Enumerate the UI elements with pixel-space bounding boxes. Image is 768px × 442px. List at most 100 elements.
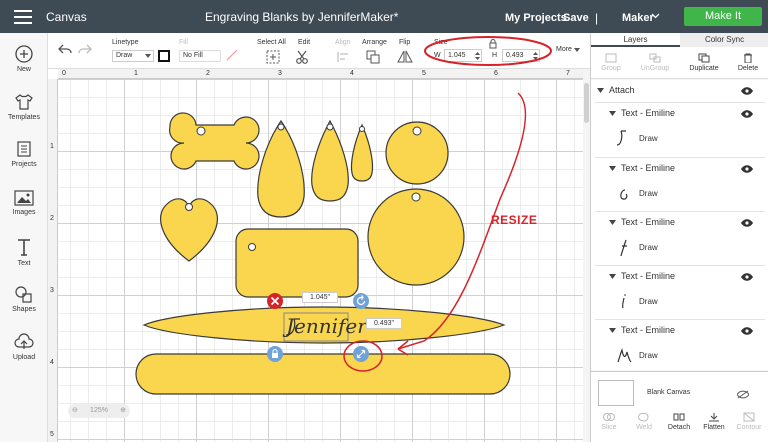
- layer-name: Text - Emiline: [621, 271, 676, 281]
- sidebar-label-shapes: Shapes: [12, 306, 36, 313]
- contour-icon: [743, 412, 755, 422]
- collapse-icon[interactable]: [597, 88, 604, 93]
- height-badge: 0.493": [366, 318, 402, 329]
- my-projects-link[interactable]: My Projects: [505, 12, 567, 24]
- teardrop-large-blank: [257, 119, 305, 218]
- select-all-icon[interactable]: [266, 50, 280, 64]
- edit-label: Edit: [298, 39, 311, 46]
- align-icon: [337, 52, 348, 62]
- fill-value: No Fill: [183, 52, 203, 59]
- blank-canvas-swatch[interactable]: [598, 380, 634, 406]
- layer-thumbnail-icon: [621, 294, 626, 309]
- linetype-color-swatch[interactable]: [158, 50, 170, 62]
- collapse-icon[interactable]: [609, 328, 616, 333]
- plus-circle-icon: [15, 45, 33, 63]
- projects-icon: [17, 141, 31, 157]
- collapse-icon[interactable]: [609, 166, 616, 171]
- make-it-button[interactable]: Make It: [684, 7, 762, 26]
- layer-item[interactable]: Text - Emiline Draw: [591, 212, 768, 265]
- weld-icon: [638, 413, 649, 422]
- eye-icon[interactable]: [741, 165, 753, 173]
- linetype-select[interactable]: Draw: [112, 50, 154, 62]
- no-fill-swatch-icon: [226, 49, 238, 61]
- layer-thumbnail-icon: [617, 348, 632, 363]
- flatten-button[interactable]: Flatten: [696, 412, 732, 431]
- top-bar: Canvas Engraving Blanks by JenniferMaker…: [0, 0, 768, 33]
- flip-label: Flip: [399, 39, 411, 46]
- sidebar-item-text[interactable]: Text: [0, 237, 48, 267]
- zoom-in-button[interactable]: ⊕: [120, 404, 126, 418]
- collapse-icon[interactable]: [609, 220, 616, 225]
- layer-type: Draw: [639, 243, 658, 252]
- redo-icon[interactable]: [78, 43, 92, 55]
- eye-icon[interactable]: [741, 273, 753, 281]
- text-icon: [18, 239, 30, 256]
- left-sidebar: New Templates Projects Images Text Shape…: [0, 33, 48, 442]
- arrange-label: Arrange: [362, 39, 387, 46]
- eye-icon[interactable]: [741, 87, 753, 95]
- group-icon: [605, 53, 617, 63]
- header-separator: |: [595, 11, 599, 25]
- flip-icon[interactable]: [396, 50, 414, 64]
- group-label: Group: [601, 65, 621, 72]
- weld-button[interactable]: Weld: [626, 412, 662, 431]
- scrollbar-thumb[interactable]: [584, 83, 589, 123]
- arrange-icon[interactable]: [366, 50, 382, 64]
- group-button[interactable]: Group: [593, 53, 629, 72]
- zoom-out-button[interactable]: ⊖: [72, 404, 78, 418]
- lock-handle-icon[interactable]: [266, 345, 284, 363]
- sidebar-item-shapes[interactable]: Shapes: [0, 285, 48, 313]
- eye-hidden-icon[interactable]: [737, 390, 749, 399]
- layer-item[interactable]: Text - Emiline Draw: [591, 158, 768, 211]
- sidebar-item-new[interactable]: New: [0, 45, 48, 73]
- rotate-handle-icon[interactable]: [352, 292, 370, 310]
- bone-blank: [169, 112, 260, 170]
- collapse-icon[interactable]: [609, 111, 616, 116]
- sidebar-item-projects[interactable]: Projects: [0, 140, 48, 168]
- more-button[interactable]: More: [556, 46, 572, 53]
- layer-tools: Group UnGroup Duplicate Delete: [591, 47, 768, 79]
- zoom-control[interactable]: ⊖ 125% ⊕: [68, 404, 130, 418]
- layer-type: Draw: [639, 134, 658, 143]
- image-icon: [14, 190, 34, 206]
- sidebar-item-templates[interactable]: Templates: [0, 93, 48, 121]
- collapse-icon[interactable]: [609, 274, 616, 279]
- machine-select[interactable]: Maker: [622, 12, 654, 24]
- eye-icon[interactable]: [741, 110, 753, 118]
- delete-handle-icon[interactable]: [266, 292, 284, 310]
- layers-panel: Layers Color Sync Group UnGroup Duplicat…: [590, 33, 768, 442]
- layer-name: Text - Emiline: [621, 217, 676, 227]
- zoom-level: 125%: [90, 407, 108, 414]
- layer-item[interactable]: Text - Emiline Draw: [591, 103, 768, 156]
- detach-button[interactable]: Detach: [661, 412, 697, 431]
- chevron-down-icon: [574, 48, 580, 52]
- delete-button[interactable]: Delete: [730, 53, 766, 72]
- save-button[interactable]: Save: [563, 12, 589, 24]
- resize-handle-icon[interactable]: [352, 345, 370, 363]
- menu-icon[interactable]: [14, 10, 32, 24]
- sidebar-label-templates: Templates: [8, 114, 40, 121]
- layer-item[interactable]: Text - Emiline Draw: [591, 320, 768, 370]
- layer-type: Draw: [639, 297, 658, 306]
- ungroup-button[interactable]: UnGroup: [637, 53, 673, 72]
- eye-icon[interactable]: [741, 327, 753, 335]
- selected-text: Jennifer: [282, 314, 368, 338]
- slice-button[interactable]: Slice: [591, 412, 627, 431]
- scissors-icon[interactable]: [295, 50, 309, 64]
- shirt-icon: [15, 94, 33, 110]
- contour-button[interactable]: Contour: [731, 412, 767, 431]
- tab-color-sync[interactable]: Color Sync: [680, 33, 768, 47]
- edit-toolbar: Linetype Draw Fill No Fill Select All Ed…: [48, 33, 590, 69]
- fill-select[interactable]: No Fill: [179, 50, 221, 62]
- design-canvas[interactable]: 0 1 2 3 4 5 6 7 1 2 3 4 5 Jennifer 1.045…: [48, 69, 583, 442]
- eye-icon[interactable]: [741, 219, 753, 227]
- chevron-down-icon[interactable]: [651, 13, 660, 19]
- tab-layers[interactable]: Layers: [591, 33, 680, 47]
- sidebar-item-images[interactable]: Images: [0, 190, 48, 216]
- sidebar-item-upload[interactable]: Upload: [0, 333, 48, 361]
- duplicate-button[interactable]: Duplicate: [686, 53, 722, 72]
- layer-type: Draw: [639, 189, 658, 198]
- canvas-scrollbar[interactable]: [583, 69, 590, 442]
- layer-item[interactable]: Text - Emiline Draw: [591, 266, 768, 319]
- undo-icon[interactable]: [58, 43, 72, 55]
